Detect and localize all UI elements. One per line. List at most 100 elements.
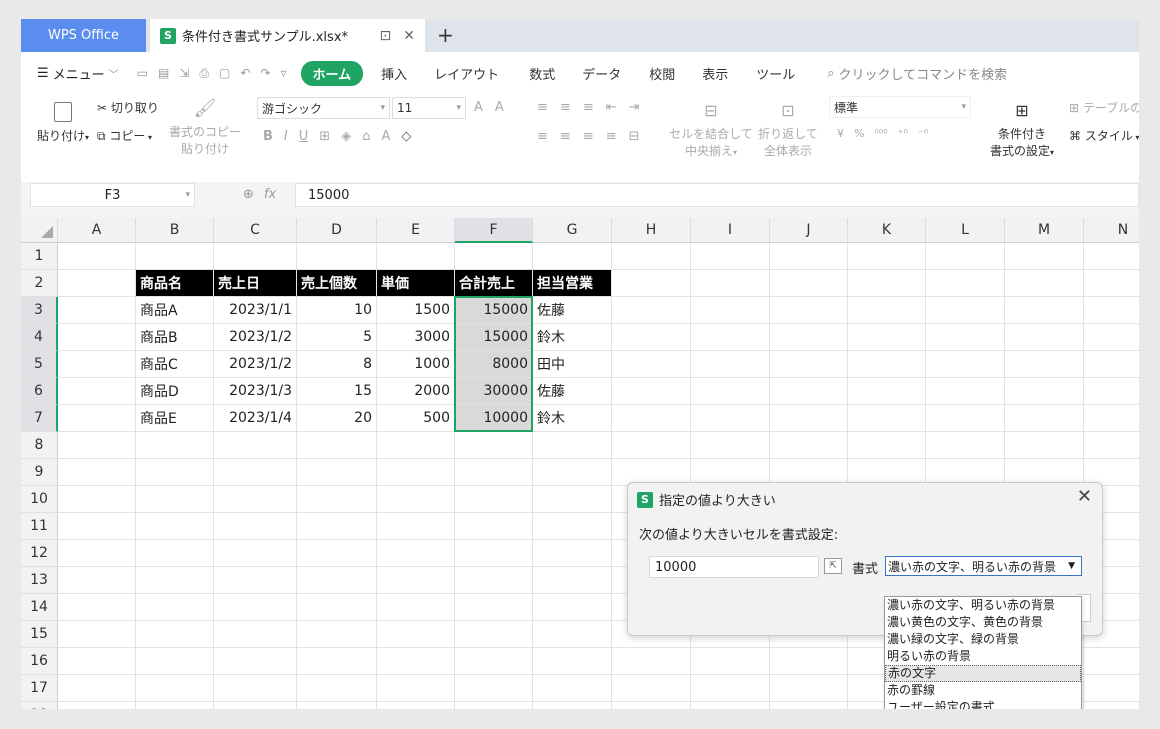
format-option[interactable]: 濃い緑の文字、緑の背景 [885,631,1081,648]
column-header[interactable]: F [455,218,533,243]
new-tab-plus-icon[interactable]: + [437,23,454,47]
fill-color-icon[interactable]: ◈ [341,129,351,144]
conditional-format-button[interactable]: ⊞ 条件付き 書式の設定▾ [981,102,1063,161]
indent-increase-icon[interactable]: ⇥ [629,100,640,115]
redo-icon[interactable]: ↷ [260,66,270,81]
formula-input[interactable]: 15000 [295,183,1139,207]
table-cell[interactable]: 500 [377,405,454,431]
cell-style-button[interactable]: ⌘ スタイル ▾ [1069,128,1139,146]
justify-icon[interactable]: ≡ [606,129,617,144]
column-header[interactable]: G [533,218,612,243]
open-icon[interactable]: ▭ [137,66,148,81]
table-header-cell[interactable]: 商品名 [136,270,213,296]
main-menu-button[interactable]: ☰ メニュー ﹀ [37,64,119,83]
row-header[interactable]: 1 [21,243,58,270]
customize-icon[interactable]: ▿ [281,66,287,81]
table-cell[interactable]: 2023/1/1 [214,297,296,323]
cut-button[interactable]: ✂ 切り取り [97,100,159,117]
zoom-icon[interactable]: ⊕ [243,187,254,202]
name-box[interactable]: F3 ▾ [30,183,195,207]
row-header[interactable]: 8 [21,432,58,459]
table-cell[interactable]: 商品C [136,351,213,377]
column-header[interactable]: E [377,218,455,243]
select-all-corner[interactable] [21,218,58,243]
table-cell[interactable]: 商品D [136,378,213,404]
menu-tab-data[interactable]: データ [582,64,621,83]
tab-wps-office[interactable]: WPS Office [21,19,146,52]
row-header[interactable]: 13 [21,567,58,594]
row-header[interactable]: 9 [21,459,58,486]
table-cell[interactable]: 商品E [136,405,213,431]
table-cell[interactable]: 2000 [377,378,454,404]
table-header-cell[interactable]: 売上個数 [297,270,376,296]
menu-tab-tools[interactable]: ツール [756,64,795,83]
row-header[interactable]: 2 [21,270,58,297]
format-option[interactable]: 明るい赤の背景 [885,648,1081,665]
column-header[interactable]: N [1084,218,1139,243]
format-option[interactable]: ユーザー設定の書式... [885,699,1081,709]
row-header[interactable]: 5 [21,351,58,378]
column-header[interactable]: J [770,218,848,243]
table-cell[interactable]: 20 [297,405,376,431]
table-header-cell[interactable]: 売上日 [214,270,296,296]
align-center-icon[interactable]: ≡ [560,129,571,144]
copy-button[interactable]: ⧉ コピー ▾ [97,128,152,146]
align-middle-icon[interactable]: ≡ [560,100,571,115]
undo-icon[interactable]: ↶ [240,66,250,81]
comma-icon[interactable]: ⁰⁰⁰ [874,127,887,140]
row-header[interactable]: 12 [21,540,58,567]
distributed-icon[interactable]: ⊟ [629,129,640,144]
column-header[interactable]: A [58,218,136,243]
format-option[interactable]: 濃い赤の文字、明るい赤の背景 [885,597,1081,614]
menu-tab-home[interactable]: ホーム [300,60,364,86]
pin-icon[interactable]: ⊡ [380,28,392,44]
print-icon[interactable]: ⎙ [199,66,209,81]
underline-icon[interactable]: U [299,129,309,144]
table-cell[interactable]: 商品B [136,324,213,350]
table-cell[interactable]: 佐藤 [533,378,611,404]
row-header[interactable]: 16 [21,648,58,675]
command-search[interactable]: ⌕ クリックしてコマンドを検索 [827,64,1007,83]
font-color-icon[interactable]: A [381,129,390,144]
increase-font-icon[interactable]: A [474,100,483,115]
menu-tab-formulas[interactable]: 数式 [529,64,555,83]
column-header[interactable]: D [297,218,377,243]
wrap-text-button[interactable]: ⊡ 折り返して 全体表示 [757,102,819,160]
table-cell[interactable]: 2023/1/3 [214,378,296,404]
row-header[interactable]: 10 [21,486,58,513]
font-size-select[interactable]: 11 ▾ [392,97,466,119]
column-header[interactable]: K [848,218,926,243]
table-cell[interactable]: 鈴木 [533,405,611,431]
format-option[interactable]: 濃い黄色の文字、黄色の背景 [885,614,1081,631]
table-cell[interactable]: 2023/1/2 [214,351,296,377]
table-cell[interactable]: 2023/1/2 [214,324,296,350]
format-option[interactable]: 赤の罫線 [885,682,1081,699]
font-name-select[interactable]: 游ゴシック ▾ [257,97,390,119]
align-right-icon[interactable]: ≡ [583,129,594,144]
table-cell[interactable]: 佐藤 [533,297,611,323]
number-format-select[interactable]: 標準 ▾ [829,96,971,118]
save-icon[interactable]: ▤ [158,66,169,81]
row-header[interactable]: 7 [21,405,58,432]
table-cell[interactable]: 3000 [377,324,454,350]
column-header[interactable]: H [612,218,691,243]
fx-icon[interactable]: fx [264,187,276,202]
row-header[interactable]: 17 [21,675,58,702]
table-cell[interactable]: 鈴木 [533,324,611,350]
clear-format-icon[interactable]: ◇ [401,129,411,144]
tab-file[interactable]: S 条件付き書式サンプル.xlsx* ⊡ ✕ [150,19,425,52]
table-cell[interactable]: 8 [297,351,376,377]
merge-center-button[interactable]: ⊟ セルを結合して 中央揃え▾ [669,102,753,161]
align-top-icon[interactable]: ≡ [537,100,548,115]
table-cell[interactable]: 5 [297,324,376,350]
column-header[interactable]: C [214,218,297,243]
menu-tab-insert[interactable]: 挿入 [381,64,407,83]
column-header[interactable]: I [691,218,770,243]
format-painter-button[interactable]: 🖌 書式のコピー 貼り付け [169,100,241,158]
highlight-icon[interactable]: ⌂ [362,129,370,144]
column-header[interactable]: L [926,218,1005,243]
decrease-decimal-icon[interactable]: ⁻⁰ [918,127,928,140]
table-cell[interactable]: 田中 [533,351,611,377]
align-bottom-icon[interactable]: ≡ [583,100,594,115]
increase-decimal-icon[interactable]: ⁺⁰ [898,127,908,140]
